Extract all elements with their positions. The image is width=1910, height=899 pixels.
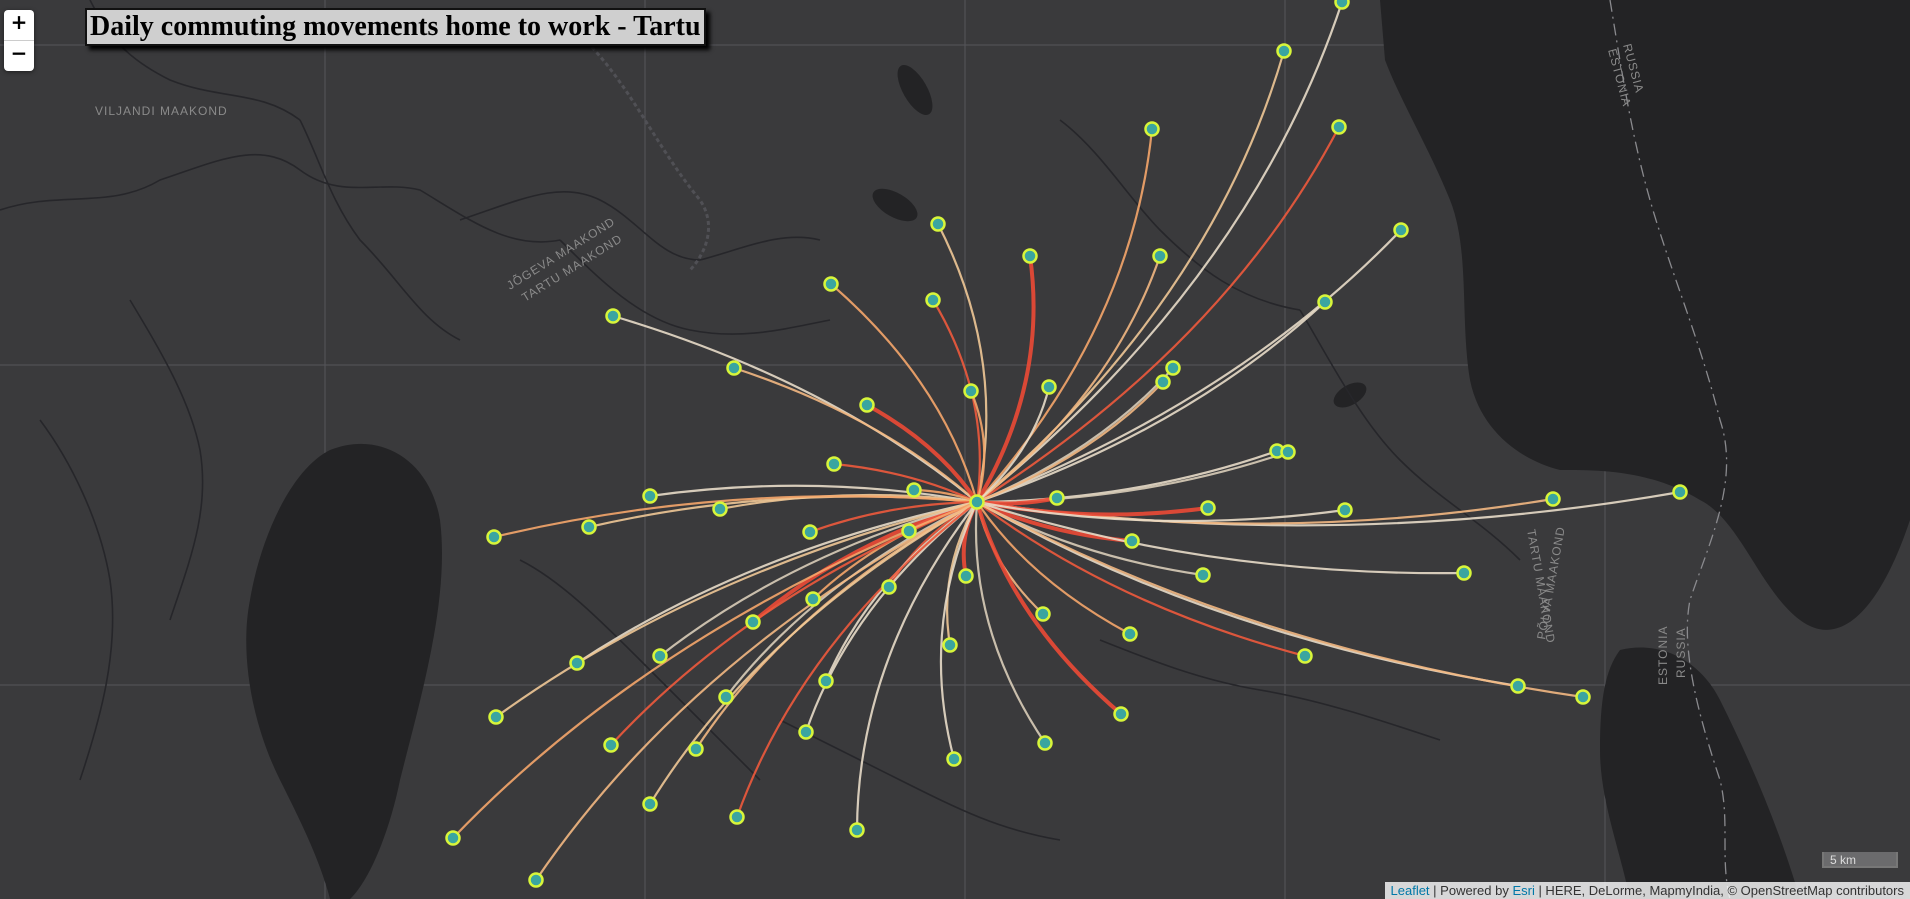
origin-marker[interactable] [1337,502,1353,518]
origin-marker[interactable] [942,637,958,653]
origin-marker[interactable] [528,872,544,888]
origin-marker[interactable] [1152,248,1168,264]
origin-marker[interactable] [726,360,742,376]
origin-marker[interactable] [1456,565,1472,581]
origin-marker[interactable] [1331,119,1347,135]
map-label-russia-south: RUSSIA [1674,627,1688,678]
origin-marker[interactable] [1297,648,1313,664]
origin-marker[interactable] [1195,567,1211,583]
origin-marker[interactable] [881,579,897,595]
scale-bar: 5 km [1822,852,1898,868]
origin-marker[interactable] [642,796,658,812]
origin-marker[interactable] [1035,606,1051,622]
zoom-in-button[interactable]: + [4,10,34,41]
origin-marker[interactable] [1545,491,1561,507]
origin-marker[interactable] [849,822,865,838]
origin-marker[interactable] [1122,626,1138,642]
origin-marker[interactable] [1510,678,1526,694]
origin-marker[interactable] [1049,490,1065,506]
origin-marker[interactable] [1393,222,1409,238]
origin-marker[interactable] [569,655,585,671]
leaflet-link[interactable]: Leaflet [1391,883,1430,898]
origin-marker[interactable] [930,216,946,232]
origin-marker[interactable] [1575,689,1591,705]
origin-marker[interactable] [1113,706,1129,722]
origin-marker[interactable] [745,614,761,630]
origin-marker[interactable] [581,519,597,535]
map-label-estonia-south: ESTONIA [1656,626,1670,685]
origin-marker[interactable] [1165,360,1181,376]
origin-marker[interactable] [1037,735,1053,751]
origin-marker[interactable] [925,292,941,308]
origin-marker[interactable] [859,397,875,413]
origin-marker[interactable] [1041,379,1057,395]
origin-marker[interactable] [802,524,818,540]
origin-marker[interactable] [712,501,728,517]
origin-marker[interactable] [605,308,621,324]
zoom-control: + − [4,10,34,71]
map-label-viljandi: VILJANDI MAAKOND [95,104,228,118]
origin-marker[interactable] [958,568,974,584]
origin-marker[interactable] [1317,294,1333,310]
origin-marker[interactable] [1124,533,1140,549]
origin-marker[interactable] [826,456,842,472]
map-title: Daily commuting movements home to work -… [85,8,706,46]
zoom-out-button[interactable]: − [4,41,34,71]
origin-marker[interactable] [688,741,704,757]
origin-marker[interactable] [718,689,734,705]
destination-hub-marker[interactable] [969,494,985,510]
origin-marker[interactable] [1672,484,1688,500]
origin-marker[interactable] [729,809,745,825]
origin-marker[interactable] [1155,374,1171,390]
origin-marker[interactable] [652,648,668,664]
origin-marker[interactable] [1276,43,1292,59]
origin-marker[interactable] [798,724,814,740]
origin-marker[interactable] [946,751,962,767]
origin-marker[interactable] [1200,500,1216,516]
origin-marker[interactable] [906,482,922,498]
attribution-sep: | Powered by [1429,883,1513,898]
origin-marker[interactable] [823,276,839,292]
origin-marker[interactable] [445,830,461,846]
attribution: Leaflet | Powered by Esri | HERE, DeLorm… [1384,882,1910,899]
origin-marker[interactable] [488,709,504,725]
origin-marker[interactable] [1280,444,1296,460]
origin-marker[interactable] [1022,248,1038,264]
origin-marker[interactable] [603,737,619,753]
origin-marker[interactable] [901,523,917,539]
origin-marker[interactable] [805,591,821,607]
origin-marker[interactable] [818,673,834,689]
origin-marker[interactable] [642,488,658,504]
origin-marker[interactable] [1334,0,1350,10]
origin-marker[interactable] [486,529,502,545]
origin-marker[interactable] [963,383,979,399]
map-canvas[interactable]: VILJANDI MAAKOND JÕGEVA MAAKOND TARTU MA… [0,0,1910,899]
esri-link[interactable]: Esri [1512,883,1534,898]
attribution-credits: | HERE, DeLorme, MapmyIndia, © OpenStree… [1534,883,1904,898]
origin-marker[interactable] [1144,121,1160,137]
